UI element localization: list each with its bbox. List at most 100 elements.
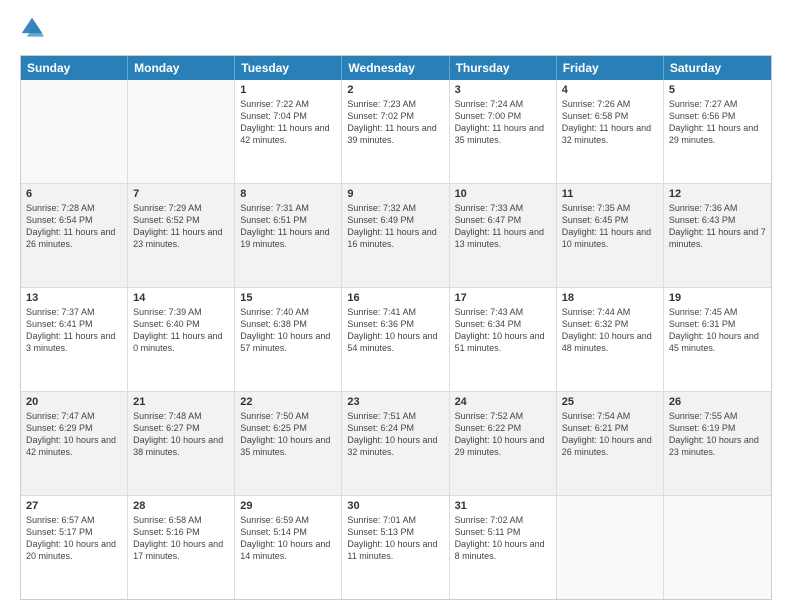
calendar-week: 1 Sunrise: 7:22 AM Sunset: 7:04 PM Daylig… bbox=[21, 80, 771, 183]
calendar-header-cell: Tuesday bbox=[235, 56, 342, 80]
cell-content: Sunrise: 7:22 AM Sunset: 7:04 PM Dayligh… bbox=[240, 98, 336, 147]
day-number: 3 bbox=[455, 84, 551, 96]
calendar-cell: 29 Sunrise: 6:59 AM Sunset: 5:14 PM Dayli… bbox=[235, 496, 342, 599]
cell-content: Sunrise: 7:23 AM Sunset: 7:02 PM Dayligh… bbox=[347, 98, 443, 147]
cell-content: Sunrise: 7:35 AM Sunset: 6:45 PM Dayligh… bbox=[562, 202, 658, 251]
calendar-cell: 21 Sunrise: 7:48 AM Sunset: 6:27 PM Dayli… bbox=[128, 392, 235, 495]
cell-content: Sunrise: 7:47 AM Sunset: 6:29 PM Dayligh… bbox=[26, 410, 122, 459]
calendar: SundayMondayTuesdayWednesdayThursdayFrid… bbox=[20, 55, 772, 600]
day-number: 25 bbox=[562, 396, 658, 408]
calendar-cell: 16 Sunrise: 7:41 AM Sunset: 6:36 PM Dayli… bbox=[342, 288, 449, 391]
day-number: 11 bbox=[562, 188, 658, 200]
logo bbox=[20, 16, 48, 45]
day-number: 2 bbox=[347, 84, 443, 96]
day-number: 18 bbox=[562, 292, 658, 304]
calendar-cell bbox=[128, 80, 235, 183]
day-number: 19 bbox=[669, 292, 766, 304]
cell-content: Sunrise: 7:26 AM Sunset: 6:58 PM Dayligh… bbox=[562, 98, 658, 147]
cell-content: Sunrise: 7:33 AM Sunset: 6:47 PM Dayligh… bbox=[455, 202, 551, 251]
logo-icon bbox=[20, 16, 44, 40]
calendar-cell: 27 Sunrise: 6:57 AM Sunset: 5:17 PM Dayli… bbox=[21, 496, 128, 599]
day-number: 8 bbox=[240, 188, 336, 200]
calendar-week: 6 Sunrise: 7:28 AM Sunset: 6:54 PM Daylig… bbox=[21, 183, 771, 287]
cell-content: Sunrise: 7:40 AM Sunset: 6:38 PM Dayligh… bbox=[240, 306, 336, 355]
day-number: 20 bbox=[26, 396, 122, 408]
calendar-cell: 12Sunrise: 7:36 AM Sunset: 6:43 PM Dayli… bbox=[664, 184, 771, 287]
cell-content: Sunrise: 7:50 AM Sunset: 6:25 PM Dayligh… bbox=[240, 410, 336, 459]
cell-content: Sunrise: 7:44 AM Sunset: 6:32 PM Dayligh… bbox=[562, 306, 658, 355]
day-number: 16 bbox=[347, 292, 443, 304]
day-number: 29 bbox=[240, 500, 336, 512]
cell-content: Sunrise: 6:59 AM Sunset: 5:14 PM Dayligh… bbox=[240, 514, 336, 563]
day-number: 24 bbox=[455, 396, 551, 408]
day-number: 15 bbox=[240, 292, 336, 304]
day-number: 30 bbox=[347, 500, 443, 512]
day-number: 14 bbox=[133, 292, 229, 304]
day-number: 26 bbox=[669, 396, 766, 408]
calendar-header: SundayMondayTuesdayWednesdayThursdayFrid… bbox=[21, 56, 771, 80]
cell-content: Sunrise: 7:02 AM Sunset: 5:11 PM Dayligh… bbox=[455, 514, 551, 563]
calendar-cell bbox=[557, 496, 664, 599]
calendar-cell: 6 Sunrise: 7:28 AM Sunset: 6:54 PM Daylig… bbox=[21, 184, 128, 287]
day-number: 10 bbox=[455, 188, 551, 200]
cell-content: Sunrise: 7:24 AM Sunset: 7:00 PM Dayligh… bbox=[455, 98, 551, 147]
cell-content: Sunrise: 7:51 AM Sunset: 6:24 PM Dayligh… bbox=[347, 410, 443, 459]
calendar-cell: 14 Sunrise: 7:39 AM Sunset: 6:40 PM Dayli… bbox=[128, 288, 235, 391]
calendar-cell: 11 Sunrise: 7:35 AM Sunset: 6:45 PM Dayli… bbox=[557, 184, 664, 287]
day-number: 7 bbox=[133, 188, 229, 200]
day-number: 28 bbox=[133, 500, 229, 512]
calendar-cell: 19 Sunrise: 7:45 AM Sunset: 6:31 PM Dayli… bbox=[664, 288, 771, 391]
calendar-header-cell: Saturday bbox=[664, 56, 771, 80]
cell-content: Sunrise: 7:29 AM Sunset: 6:52 PM Dayligh… bbox=[133, 202, 229, 251]
cell-content: Sunrise: 7:48 AM Sunset: 6:27 PM Dayligh… bbox=[133, 410, 229, 459]
calendar-week: 20 Sunrise: 7:47 AM Sunset: 6:29 PM Dayli… bbox=[21, 391, 771, 495]
page-header bbox=[20, 16, 772, 45]
cell-content: Sunrise: 7:54 AM Sunset: 6:21 PM Dayligh… bbox=[562, 410, 658, 459]
day-number: 5 bbox=[669, 84, 766, 96]
day-number: 13 bbox=[26, 292, 122, 304]
calendar-cell bbox=[21, 80, 128, 183]
calendar-header-cell: Wednesday bbox=[342, 56, 449, 80]
calendar-cell: 8 Sunrise: 7:31 AM Sunset: 6:51 PM Daylig… bbox=[235, 184, 342, 287]
calendar-cell: 2 Sunrise: 7:23 AM Sunset: 7:02 PM Daylig… bbox=[342, 80, 449, 183]
day-number: 31 bbox=[455, 500, 551, 512]
calendar-header-cell: Sunday bbox=[21, 56, 128, 80]
calendar-cell: 22 Sunrise: 7:50 AM Sunset: 6:25 PM Dayli… bbox=[235, 392, 342, 495]
day-number: 17 bbox=[455, 292, 551, 304]
cell-content: Sunrise: 7:01 AM Sunset: 5:13 PM Dayligh… bbox=[347, 514, 443, 563]
calendar-body: 1 Sunrise: 7:22 AM Sunset: 7:04 PM Daylig… bbox=[21, 80, 771, 599]
calendar-cell: 26 Sunrise: 7:55 AM Sunset: 6:19 PM Dayli… bbox=[664, 392, 771, 495]
day-number: 6 bbox=[26, 188, 122, 200]
day-number: 27 bbox=[26, 500, 122, 512]
calendar-cell: 7 Sunrise: 7:29 AM Sunset: 6:52 PM Daylig… bbox=[128, 184, 235, 287]
cell-content: Sunrise: 7:32 AM Sunset: 6:49 PM Dayligh… bbox=[347, 202, 443, 251]
cell-content: Sunrise: 6:57 AM Sunset: 5:17 PM Dayligh… bbox=[26, 514, 122, 563]
cell-content: Sunrise: 7:39 AM Sunset: 6:40 PM Dayligh… bbox=[133, 306, 229, 355]
cell-content: Sunrise: 7:27 AM Sunset: 6:56 PM Dayligh… bbox=[669, 98, 766, 147]
calendar-cell: 18 Sunrise: 7:44 AM Sunset: 6:32 PM Dayli… bbox=[557, 288, 664, 391]
cell-content: Sunrise: 7:37 AM Sunset: 6:41 PM Dayligh… bbox=[26, 306, 122, 355]
calendar-cell: 5 Sunrise: 7:27 AM Sunset: 6:56 PM Daylig… bbox=[664, 80, 771, 183]
calendar-cell: 13 Sunrise: 7:37 AM Sunset: 6:41 PM Dayli… bbox=[21, 288, 128, 391]
calendar-header-cell: Friday bbox=[557, 56, 664, 80]
calendar-header-cell: Monday bbox=[128, 56, 235, 80]
cell-content: Sunrise: 7:55 AM Sunset: 6:19 PM Dayligh… bbox=[669, 410, 766, 459]
calendar-cell: 28Sunrise: 6:58 AM Sunset: 5:16 PM Dayli… bbox=[128, 496, 235, 599]
calendar-cell: 9 Sunrise: 7:32 AM Sunset: 6:49 PM Daylig… bbox=[342, 184, 449, 287]
cell-content: Sunrise: 7:43 AM Sunset: 6:34 PM Dayligh… bbox=[455, 306, 551, 355]
day-number: 23 bbox=[347, 396, 443, 408]
cell-content: Sunrise: 7:31 AM Sunset: 6:51 PM Dayligh… bbox=[240, 202, 336, 251]
cell-content: Sunrise: 7:28 AM Sunset: 6:54 PM Dayligh… bbox=[26, 202, 122, 251]
calendar-cell: 17 Sunrise: 7:43 AM Sunset: 6:34 PM Dayli… bbox=[450, 288, 557, 391]
day-number: 1 bbox=[240, 84, 336, 96]
cell-content: Sunrise: 7:52 AM Sunset: 6:22 PM Dayligh… bbox=[455, 410, 551, 459]
calendar-cell: 15 Sunrise: 7:40 AM Sunset: 6:38 PM Dayli… bbox=[235, 288, 342, 391]
calendar-cell: 20 Sunrise: 7:47 AM Sunset: 6:29 PM Dayli… bbox=[21, 392, 128, 495]
calendar-cell: 25 Sunrise: 7:54 AM Sunset: 6:21 PM Dayli… bbox=[557, 392, 664, 495]
cell-content: Sunrise: 7:45 AM Sunset: 6:31 PM Dayligh… bbox=[669, 306, 766, 355]
day-number: 22 bbox=[240, 396, 336, 408]
calendar-cell bbox=[664, 496, 771, 599]
day-number: 9 bbox=[347, 188, 443, 200]
day-number: 21 bbox=[133, 396, 229, 408]
cell-content: Sunrise: 7:41 AM Sunset: 6:36 PM Dayligh… bbox=[347, 306, 443, 355]
